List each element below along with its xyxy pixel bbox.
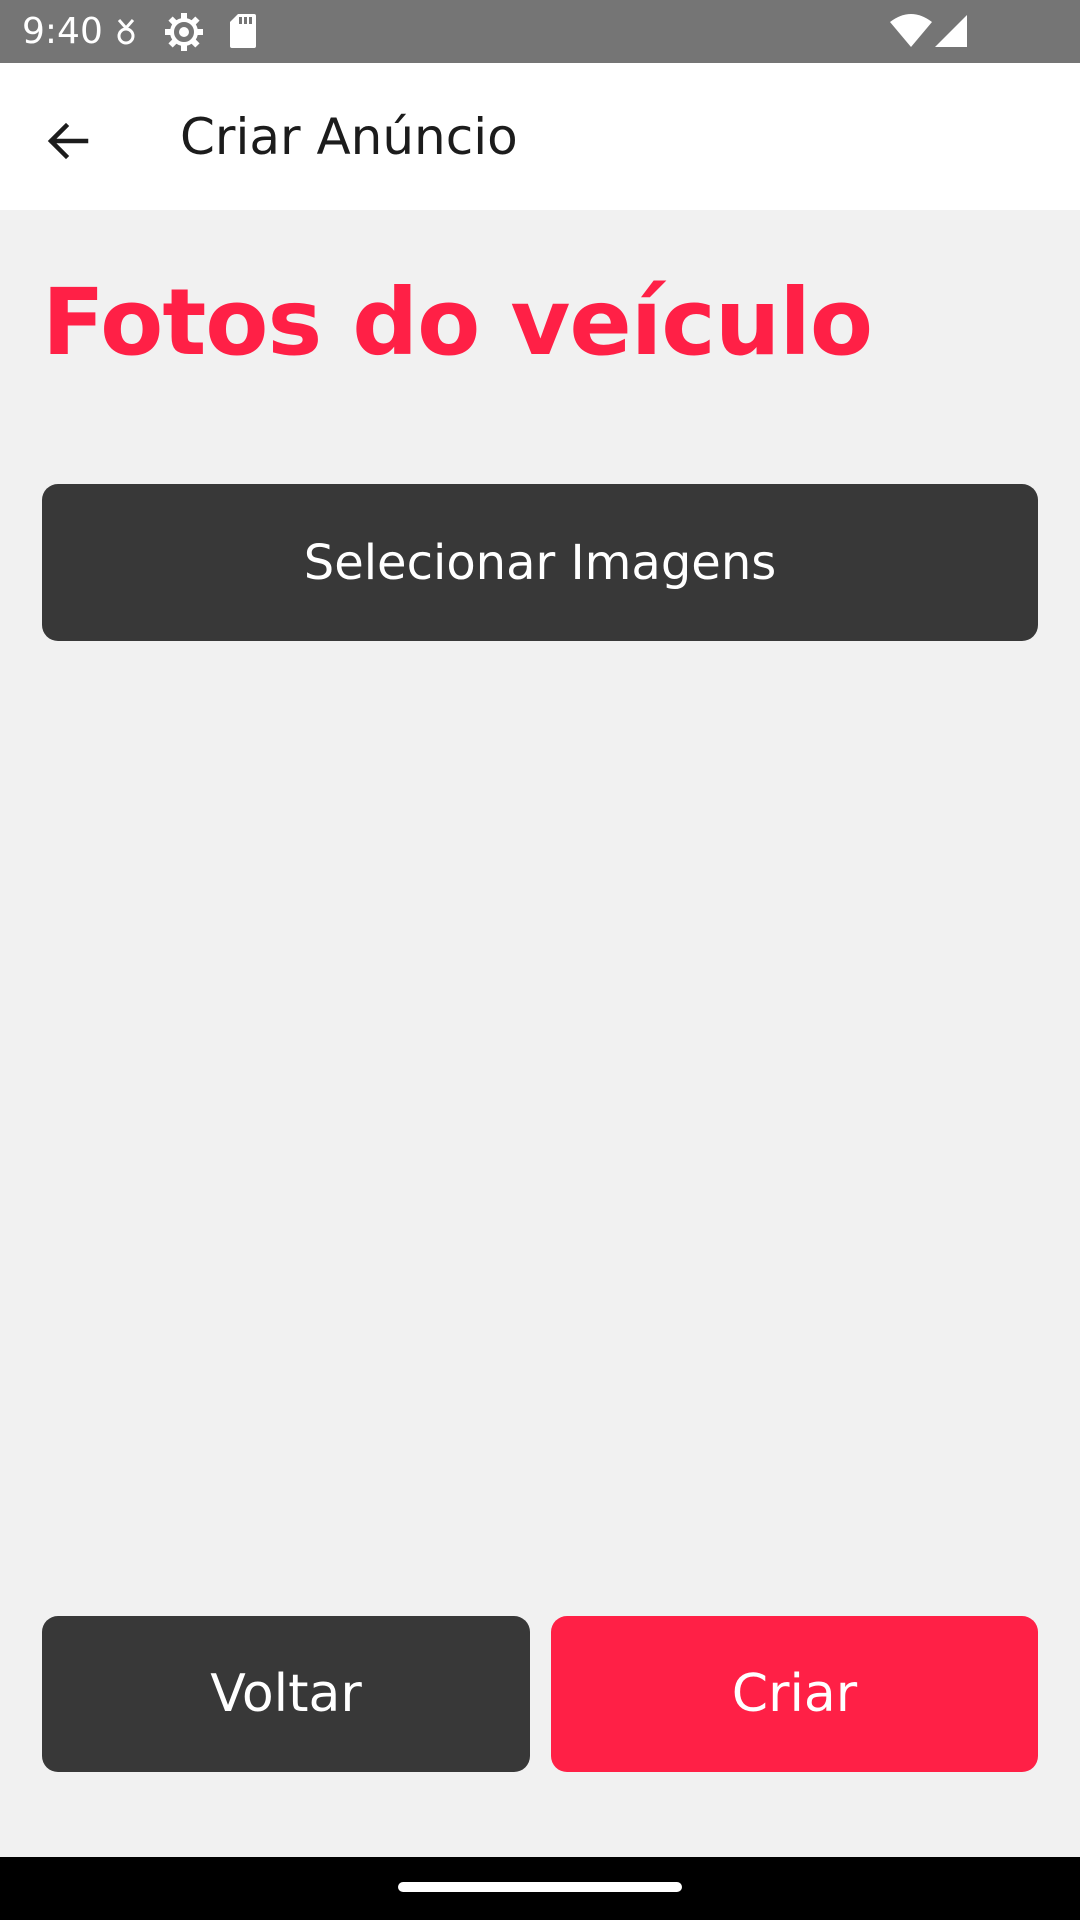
arrow-back-icon [44,117,92,170]
wifi-icon [890,14,932,53]
back-arrow-button[interactable] [28,103,108,183]
status-time: 9:40 [22,11,103,52]
section-title: Fotos do veículo [42,269,873,376]
create-button[interactable]: Criar [551,1616,1038,1772]
select-images-button[interactable]: Selecionar Imagens [42,484,1038,641]
sd-card-icon [228,12,258,55]
screen: 9:40 Criar Anúncio Fotos do veículo Sele… [0,0,1080,1920]
navigation-bar [0,1857,1080,1920]
app-bar-title: Criar Anúncio [180,108,518,166]
status-bar: 9:40 [0,0,1080,63]
back-button[interactable]: Voltar [42,1616,530,1772]
home-gesture-handle[interactable] [398,1882,682,1892]
app-bar: Criar Anúncio [0,63,1080,210]
data-saver-icon [112,16,140,53]
cell-signal-icon [934,14,968,53]
settings-gear-icon [164,12,204,57]
